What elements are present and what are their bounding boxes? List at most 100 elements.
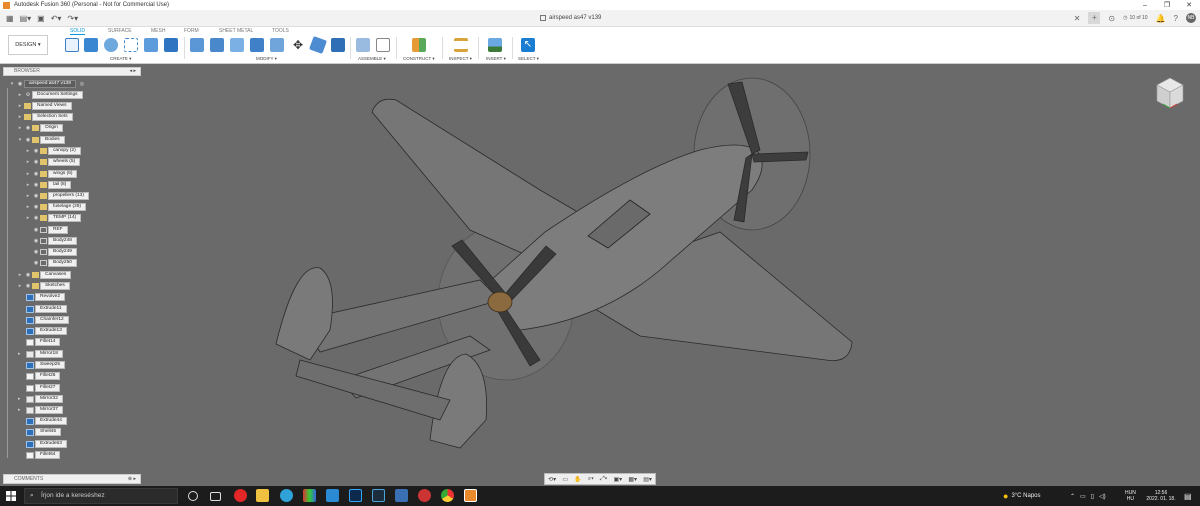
new-sketch-icon[interactable] — [65, 38, 79, 52]
edge-icon[interactable] — [280, 489, 293, 502]
offset-plane-icon[interactable] — [412, 38, 426, 52]
scale-icon[interactable] — [331, 38, 345, 52]
tab-solid[interactable]: SOLID — [70, 28, 86, 35]
workspace-switcher[interactable]: DESIGN ▾ — [8, 35, 48, 55]
volume-icon[interactable]: ◁) — [1099, 493, 1106, 500]
look-at-icon[interactable]: ▭ — [562, 476, 568, 483]
tree-item-wings[interactable]: ▸ ◉ wings (6) — [24, 170, 78, 178]
feature-mirror37[interactable]: ▸ Mirror37 — [18, 406, 63, 414]
feature-extrude63[interactable]: Extrude63 — [26, 440, 67, 448]
extensions-icon[interactable]: ⊙ — [1108, 14, 1115, 23]
feature-extrude44[interactable]: Extrude44 — [26, 417, 67, 425]
tree-item-temp[interactable]: ▸ ◉ TEMP (14) — [24, 214, 82, 222]
combine-icon[interactable] — [270, 38, 284, 52]
photoshop-icon[interactable] — [349, 489, 362, 502]
minimize-icon[interactable]: – — [1134, 2, 1156, 9]
help-icon[interactable]: ? — [1174, 14, 1178, 23]
browser-collapse-icon[interactable]: ◂ ▸ — [130, 68, 136, 75]
tree-item-document-settings[interactable]: ▸ ⚙ Document Settings — [16, 91, 83, 99]
expand-arrow-icon[interactable]: ▸ — [16, 125, 24, 131]
task-view-icon[interactable] — [210, 492, 221, 501]
feature-sweep25[interactable]: Sweep25 — [26, 361, 66, 369]
feature-fillet14[interactable]: Fillet14 — [26, 338, 61, 346]
shell-icon[interactable] — [250, 38, 264, 52]
expand-arrow-icon[interactable]: ▸ — [16, 283, 24, 289]
tree-item-bodies[interactable]: ▾ ◉ Bodies — [16, 136, 65, 144]
collapse-arrow-icon[interactable]: ▾ — [8, 81, 16, 87]
orbit-icon[interactable]: ⟲▾ — [548, 476, 556, 483]
feature-mirror32[interactable]: ▸ Mirror32 — [18, 395, 63, 403]
expand-arrow-icon[interactable]: ▸ — [24, 171, 32, 177]
battery-icon[interactable]: ▯ — [1091, 493, 1094, 500]
new-component-icon[interactable] — [356, 38, 370, 52]
move-icon[interactable]: ✥ — [291, 38, 305, 52]
inspect-menu[interactable]: INSPECT ▾ — [449, 56, 472, 62]
expand-arrow-icon[interactable]: ▸ — [16, 103, 24, 109]
create-menu[interactable]: CREATE ▾ — [110, 56, 131, 62]
feature-shell45[interactable]: Shell45 — [26, 428, 62, 436]
split-icon[interactable] — [309, 36, 327, 54]
collapse-arrow-icon[interactable]: ▾ — [16, 137, 24, 143]
visibility-eye-icon[interactable]: ◉ — [32, 171, 40, 177]
expand-arrow-icon[interactable]: ▸ — [24, 148, 32, 154]
app-icon[interactable] — [395, 489, 408, 502]
create-more-icon[interactable] — [164, 38, 178, 52]
feature-extrude11[interactable]: Extrude11 — [26, 305, 67, 313]
visibility-eye-icon[interactable]: ◉ — [32, 238, 40, 244]
expand-arrow-icon[interactable]: ▸ — [24, 193, 32, 199]
visibility-eye-icon[interactable]: ◉ — [16, 81, 24, 87]
tab-surface[interactable]: SURFACE — [108, 28, 132, 34]
weather-widget[interactable]: ● 3°C Napos — [1003, 486, 1041, 506]
grid-settings-icon[interactable]: ▦▾ — [628, 476, 637, 483]
visibility-eye-icon[interactable]: ◉ — [24, 137, 32, 143]
expand-arrow-icon[interactable]: ▸ — [16, 272, 24, 278]
tree-item-canopy[interactable]: ▸ ◉ canopy (2) — [24, 147, 81, 155]
chrome-icon[interactable] — [441, 489, 454, 502]
tree-item-body249[interactable]: ◉ Body249 — [32, 248, 77, 256]
close-tab-icon[interactable]: ✕ — [1074, 14, 1081, 23]
job-status[interactable]: ◷ 10 of 10 — [1123, 15, 1147, 21]
visibility-eye-icon[interactable]: ◉ — [32, 215, 40, 221]
3d-viewport[interactable] — [146, 66, 1200, 486]
visibility-eye-icon[interactable]: ◉ — [32, 227, 40, 233]
file-menu-icon[interactable]: ▤▾ — [20, 14, 32, 23]
feature-fillet64[interactable]: Fillet64 — [26, 451, 61, 459]
aircraft-model[interactable] — [146, 66, 1200, 486]
tree-item-propellers[interactable]: ▸ ◉ propellers (13) — [24, 192, 89, 200]
tree-item-body250[interactable]: ◉ Body250 — [32, 259, 77, 267]
save-icon[interactable]: ▣ — [37, 14, 45, 23]
app-icon[interactable] — [326, 489, 339, 502]
fusion-360-icon[interactable] — [464, 489, 477, 502]
feature-chamfer12[interactable]: Chamfer12 — [26, 316, 69, 324]
derive-icon[interactable] — [124, 38, 138, 52]
tree-root[interactable]: ▾ ◉ airspeed as47 v139 ◎ — [8, 80, 86, 88]
app-icon[interactable] — [372, 489, 385, 502]
tree-item-origin[interactable]: ▸ ◉ Origin — [16, 124, 63, 132]
taskbar-search[interactable]: ⌕ Írjon ide a kereséshez — [24, 488, 178, 504]
feature-fillet26[interactable]: Fillet26 — [26, 372, 61, 380]
visibility-eye-icon[interactable]: ◉ — [32, 204, 40, 210]
tab-form[interactable]: FORM — [184, 28, 199, 34]
tab-tools[interactable]: TOOLS — [272, 28, 289, 34]
expand-arrow-icon[interactable]: ▸ — [24, 182, 32, 188]
expand-arrow-icon[interactable]: ▸ — [16, 92, 24, 98]
data-panel-grid-icon[interactable]: ▦ — [6, 14, 14, 23]
close-icon[interactable]: ✕ — [1178, 1, 1200, 9]
comments-collapse-icon[interactable]: ⊕ ▸ — [128, 475, 136, 483]
insert-image-icon[interactable] — [488, 38, 502, 52]
visibility-eye-icon[interactable]: ◉ — [24, 272, 32, 278]
feature-mirror18[interactable]: ▸ Mirror18 — [18, 350, 63, 358]
activate-radio-icon[interactable]: ◎ — [78, 81, 86, 87]
measure-icon[interactable] — [454, 38, 468, 52]
insert-menu[interactable]: INSERT ▾ — [486, 56, 506, 62]
browser-header[interactable]: BROWSER ◂ ▸ — [3, 67, 141, 76]
feature-fillet27[interactable]: Fillet27 — [26, 384, 61, 392]
avatar[interactable]: NB — [1186, 13, 1196, 23]
notifications-center-icon[interactable]: ▤ — [1184, 486, 1192, 506]
construct-menu[interactable]: CONSTRUCT ▾ — [403, 56, 435, 62]
tree-item-selection-sets[interactable]: ▸ Selection Sets — [16, 113, 73, 121]
tree-item-body248[interactable]: ◉ Body248 — [32, 237, 77, 245]
display-settings-icon[interactable]: ▣▾ — [613, 476, 622, 483]
expand-arrow-icon[interactable]: ▸ — [18, 407, 26, 413]
expand-arrow-icon[interactable]: ▸ — [24, 159, 32, 165]
